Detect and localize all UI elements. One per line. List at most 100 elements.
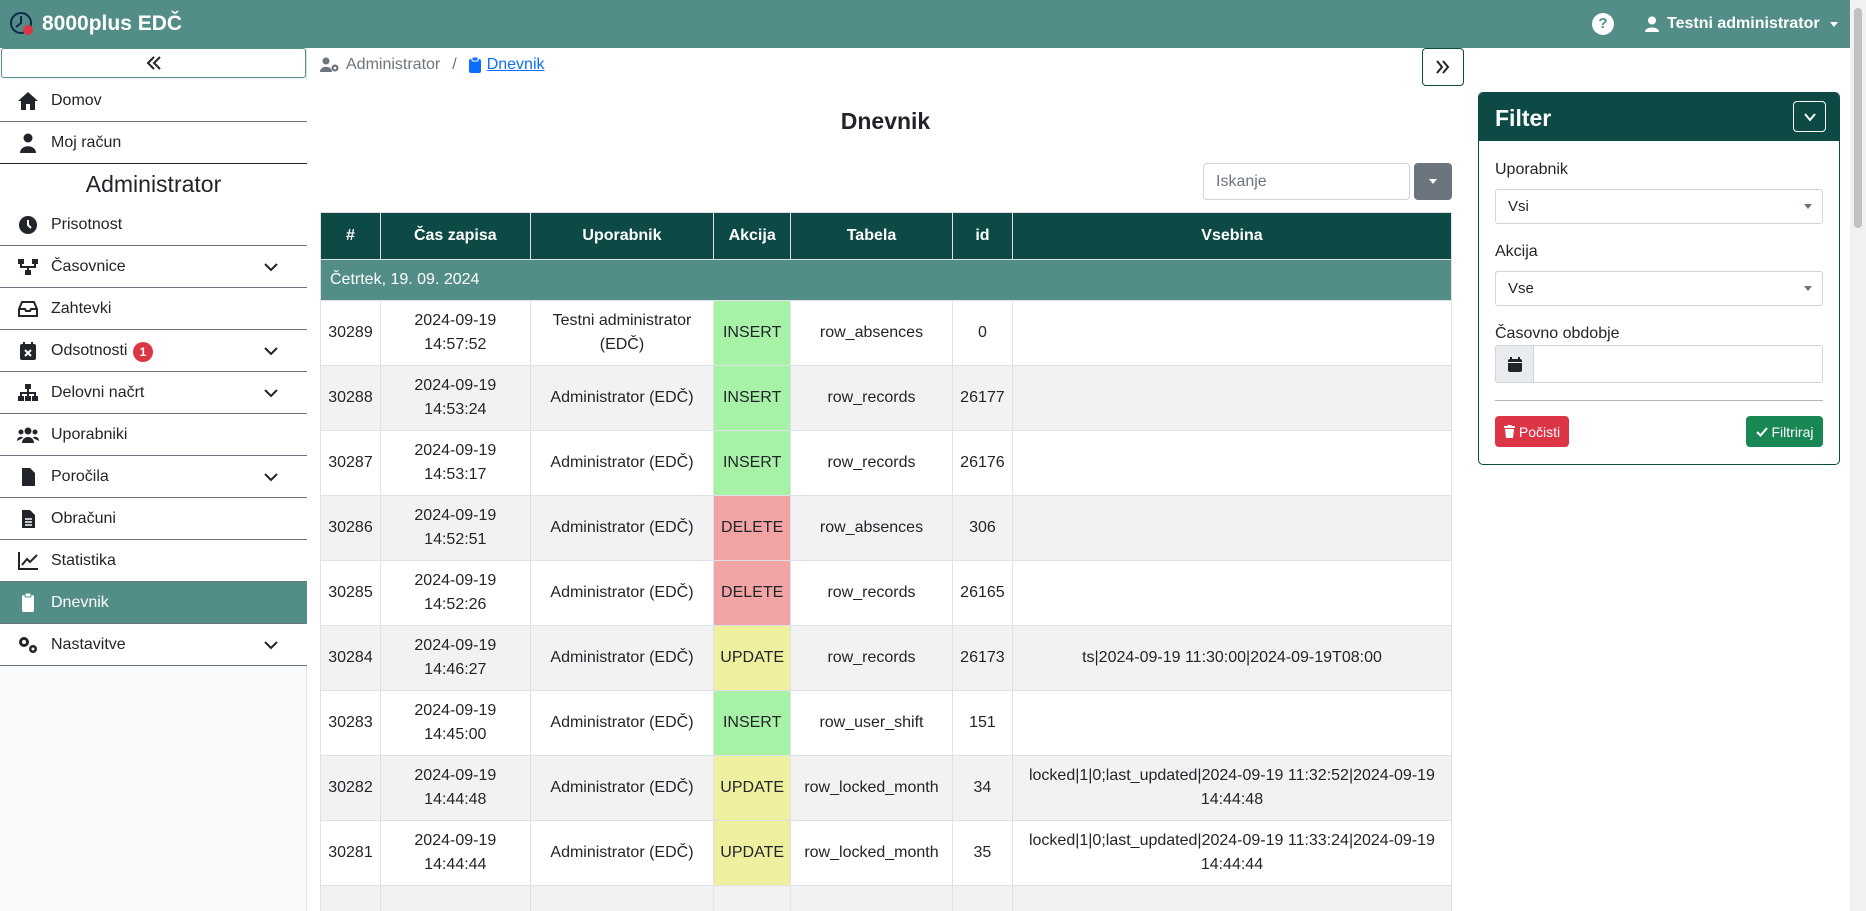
action-filter-label: Akcija (1495, 243, 1538, 260)
cell-user: Administrator (EDČ) (529, 820, 715, 886)
table-row[interactable]: 30284 2024-09-19 14:46:27 Administrator (ED… (320, 625, 1453, 691)
sidebar-item-moj-racun[interactable]: Moj račun (0, 122, 307, 164)
cell-action: DELETE (713, 560, 792, 626)
caret-down-icon (1829, 21, 1838, 27)
table-row[interactable]: 30283 2024-09-19 14:45:00 Administrator (ED… (320, 690, 1453, 756)
calendar-x-icon (20, 342, 36, 360)
cell-num: 30281 (320, 820, 381, 886)
cell-time: 2024-09-19 14:52:26 (379, 560, 531, 626)
sidebar-item-label: Odsotnosti (51, 342, 128, 359)
action-filter-select[interactable]: Vse (1495, 271, 1823, 306)
column-header[interactable]: id (951, 212, 1013, 260)
sidebar-item-obracuni[interactable]: Obračuni (0, 498, 307, 540)
sidebar-item-zahtevki[interactable]: Zahtevki (0, 288, 307, 330)
cell-num: 30286 (320, 495, 381, 561)
cell-table: row_records (790, 625, 953, 691)
table-row[interactable]: 30289 2024-09-19 14:57:52 Testni administra… (320, 300, 1453, 366)
double-chevron-left-icon (146, 56, 161, 70)
gears-icon (19, 637, 37, 653)
clear-filter-button[interactable]: Počisti (1495, 416, 1569, 447)
table-row[interactable]: 30285 2024-09-19 14:52:26 Administrator (ED… (320, 560, 1453, 626)
table-row[interactable]: 30286 2024-09-19 14:52:51 Administrator (ED… (320, 495, 1453, 561)
cell-id: 26165 (951, 560, 1013, 626)
sidebar: Domov Moj račun Administrator Prisotnost… (0, 48, 307, 911)
column-header[interactable]: Akcija (713, 212, 792, 260)
user-gear-icon (320, 57, 339, 72)
brand[interactable]: 8000plus EDČ (8, 10, 182, 38)
column-header[interactable]: Čas zapisa (379, 212, 531, 260)
sidebar-item-prisotnost[interactable]: Prisotnost (0, 204, 307, 246)
filter-header: Filter (1479, 93, 1839, 141)
table-group-row: Četrtek, 19. 09. 2024 (320, 259, 1452, 301)
search-input[interactable] (1203, 163, 1410, 200)
page-scrollbar[interactable] (1850, 0, 1866, 911)
sidebar-collapse-button[interactable] (1, 48, 306, 78)
apply-filter-button[interactable]: Filtriraj (1746, 416, 1823, 447)
table-row[interactable]: 30281 2024-09-19 14:44:44 Administrator (ED… (320, 820, 1453, 886)
cell-date-text: 2024-09-19 (414, 312, 497, 329)
table-row[interactable]: 2024-09-19 (320, 885, 1453, 911)
user-menu[interactable]: Testni administrator (1645, 12, 1838, 36)
calendar-addon[interactable] (1496, 346, 1534, 382)
sidebar-item-label: Moj račun (51, 134, 122, 151)
cell-time-text: 14:44:44 (424, 856, 487, 873)
apply-filter-label: Filtriraj (1771, 423, 1814, 440)
column-header[interactable]: Tabela (790, 212, 953, 260)
table-header-row: # Čas zapisa Uporabnik Akcija Tabela id … (320, 212, 1453, 260)
cell-num: 30285 (320, 560, 381, 626)
user-name: Testni administrator (1667, 15, 1820, 32)
users-icon (17, 427, 39, 443)
sidebar-item-odsotnosti[interactable]: Odsotnosti 1 (0, 330, 307, 372)
column-header[interactable]: Uporabnik (529, 212, 715, 260)
inbox-icon (18, 301, 38, 317)
cell-time-text: 14:52:51 (424, 531, 487, 548)
period-date-input[interactable] (1495, 345, 1823, 383)
cell-num (320, 885, 381, 911)
table-row[interactable]: 30287 2024-09-19 14:53:17 Administrator (ED… (320, 430, 1453, 496)
cell-action: INSERT (713, 430, 792, 496)
breadcrumb-parent[interactable]: Administrator (346, 56, 440, 74)
cell-time-text: 14:53:17 (424, 466, 487, 483)
cell-content (1011, 430, 1453, 496)
cell-id: 306 (951, 495, 1013, 561)
sidebar-item-statistika[interactable]: Statistika (0, 540, 307, 582)
sidebar-item-delovni-nacrt[interactable]: Delovni načrt (0, 372, 307, 414)
table-row[interactable]: 30288 2024-09-19 14:53:24 Administrator (ED… (320, 365, 1453, 431)
page-title: Dnevnik (840, 108, 931, 134)
breadcrumb-current[interactable]: Dnevnik (487, 56, 545, 74)
filter-panel-toggle-button[interactable] (1422, 48, 1464, 86)
chevron-down-icon (1803, 112, 1816, 122)
help-icon[interactable]: ? (1592, 13, 1614, 35)
search-options-dropdown[interactable] (1414, 163, 1452, 200)
cell-content (1011, 885, 1453, 911)
cell-time: 2024-09-19 14:44:44 (379, 820, 531, 886)
sidebar-item-dnevnik[interactable]: Dnevnik (0, 582, 307, 624)
user-icon (1645, 16, 1659, 32)
sidebar-item-domov[interactable]: Domov (0, 80, 307, 122)
column-header[interactable]: Vsebina (1011, 212, 1453, 260)
file-lines-icon (22, 510, 35, 528)
cell-time: 2024-09-19 14:44:48 (379, 755, 531, 821)
caret-down-icon (1804, 204, 1812, 209)
sidebar-item-label: Prisotnost (51, 216, 123, 233)
table-row[interactable]: 30282 2024-09-19 14:44:48 Administrator (ED… (320, 755, 1453, 821)
cell-num: 30284 (320, 625, 381, 691)
user-filter-select[interactable]: Vsi (1495, 189, 1823, 224)
cell-content (1011, 495, 1453, 561)
cell-time-text: 14:57:52 (424, 336, 487, 353)
cell-date-text: 2024-09-19 (414, 767, 497, 784)
column-header[interactable]: # (320, 212, 381, 260)
sidebar-item-uporabniki[interactable]: Uporabniki (0, 414, 307, 456)
cell-id: 34 (951, 755, 1013, 821)
sidebar-item-porocila[interactable]: Poročila (0, 456, 307, 498)
sidebar-item-label: Dnevnik (51, 594, 109, 611)
app-root: 8000plus EDČ ? Testni administrator Domo… (0, 0, 1866, 911)
top-navbar: 8000plus EDČ ? Testni administrator (0, 0, 1850, 48)
home-icon (18, 92, 38, 110)
cell-action: UPDATE (713, 755, 792, 821)
scrollbar-thumb[interactable] (1854, 8, 1862, 228)
cell-table: row_locked_month (790, 820, 953, 886)
filter-collapse-button[interactable] (1793, 101, 1826, 132)
sidebar-item-casovnice[interactable]: Časovnice (0, 246, 307, 288)
sidebar-item-nastavitve[interactable]: Nastavitve (0, 624, 307, 666)
